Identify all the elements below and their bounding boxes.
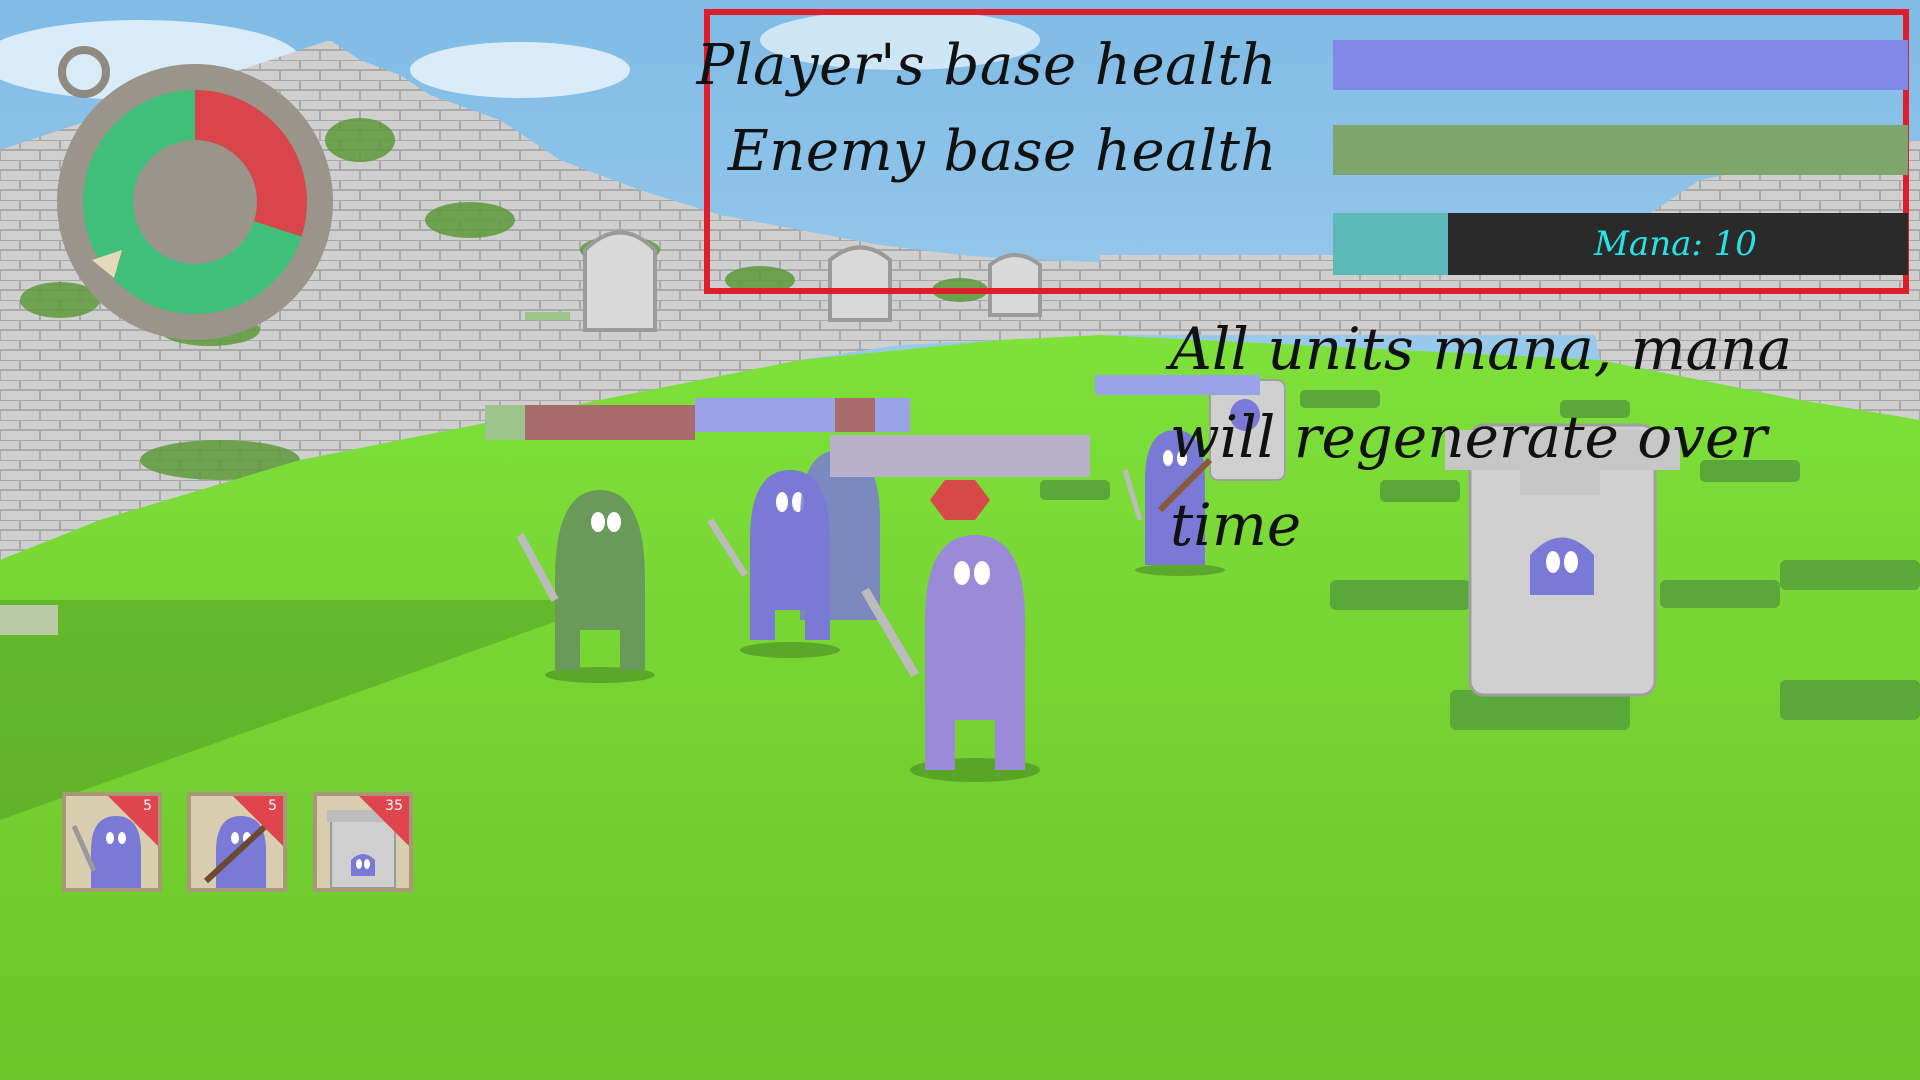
tutorial-hint: All units mana, mana will regenerate ove… [1170, 315, 1793, 559]
enemy-base-health-fill [1333, 125, 1908, 175]
unit-card-tower[interactable]: 35 [313, 792, 413, 892]
unit-card-sword[interactable]: 5 [62, 792, 162, 892]
unit-cost: 35 [385, 798, 403, 814]
player-base-health-label: Player's base health [696, 33, 1277, 98]
cooldown-dial [57, 46, 333, 340]
enemy-base-health-bar [1333, 125, 1908, 175]
player-base-health-fill [1333, 40, 1908, 90]
unit-cost: 5 [143, 798, 152, 814]
mana-bar: Mana: 10 [1333, 213, 1908, 275]
base-health-panel: Player's base health Enemy base health M… [697, 9, 1909, 294]
unit-cost: 5 [268, 798, 277, 814]
mana-label: Mana: 10 [1594, 224, 1757, 264]
unit-card-club[interactable]: 5 [187, 792, 287, 892]
enemy-base-health-label: Enemy base health [727, 119, 1277, 184]
player-base-health-bar [1333, 40, 1908, 90]
